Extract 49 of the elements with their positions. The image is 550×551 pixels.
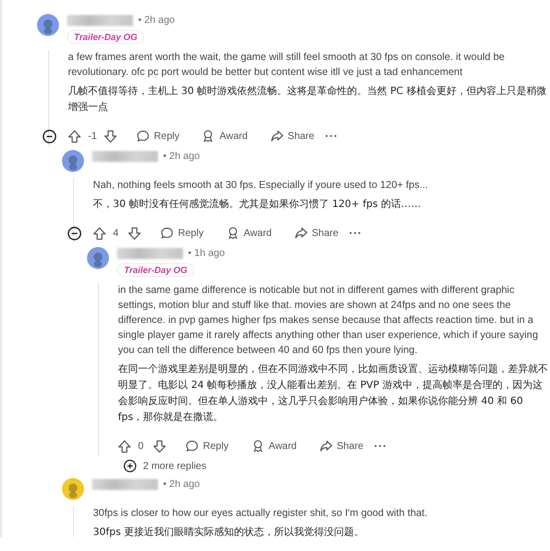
award-button[interactable]: Award (197, 127, 252, 145)
user-flair: Trailer-Day OG (117, 263, 194, 277)
share-button[interactable]: Share (290, 224, 342, 242)
vote-count: 4 (113, 228, 120, 238)
upvote-icon[interactable] (67, 128, 82, 144)
share-button[interactable]: Share (314, 437, 368, 455)
more-options-icon[interactable] (324, 133, 338, 139)
share-icon (318, 439, 333, 453)
more-replies-link[interactable]: 2 more replies (123, 458, 206, 474)
downvote-icon[interactable] (152, 438, 167, 454)
user-flair: Trailer-Day OG (67, 30, 144, 44)
collapse-icon[interactable] (66, 226, 82, 240)
comment-text: Nah, nothing feels smooth at 30 fps. Especially if youre used to 120+ fps... (93, 179, 429, 193)
comment-text: 30fps is closer to how our eyes actually register shit, so I'm good with that. (93, 507, 428, 521)
timestamp: • 2h ago (138, 15, 175, 26)
speech-bubble-icon (185, 439, 199, 453)
expand-icon (123, 459, 137, 473)
share-button[interactable]: Share (266, 127, 318, 145)
timestamp: • 2h ago (163, 151, 200, 162)
comment-text: a few frames arent worth the wait, the game will still feel smooth at 30 fps on console. it would be revolutionary. ofc pc port would be better but content wise itll ve just a tad enhancement (68, 51, 506, 80)
more-options-icon[interactable] (373, 443, 388, 449)
reply-button[interactable]: Reply (181, 437, 233, 455)
redacted-username (67, 15, 133, 26)
reply-button[interactable]: Reply (156, 224, 208, 242)
downvote-icon[interactable] (102, 128, 118, 144)
upvote-icon[interactable] (117, 438, 132, 454)
redacted-username (117, 248, 183, 259)
speech-bubble-icon (160, 226, 174, 240)
speech-bubble-icon (136, 129, 150, 143)
share-icon (294, 226, 308, 240)
downvote-icon[interactable] (127, 226, 142, 240)
award-button[interactable]: Award (246, 437, 301, 455)
translation-text: 在同一个游戏里差别是明显的，但在不同游戏中不同，比如画质设置、运动模糊等问题，差异就不明显了。电影以 24 帧每秒播放，没人能看出差别。在 PVP 游戏中，提高帧率是合理的，因为这会影响反应时间。但在单人游戏中，这几乎只会影响用户体验，如果你说你能分辨 40 和 60 fps，那你就是在撒谎。 (118, 362, 549, 425)
reply-button[interactable]: Reply (132, 127, 184, 145)
timestamp: • 2h ago (163, 479, 200, 490)
vote-count: -1 (88, 130, 97, 142)
vote-count: 0 (138, 440, 145, 452)
share-icon (270, 129, 284, 143)
collapse-icon[interactable] (42, 128, 56, 144)
upvote-icon[interactable] (92, 226, 107, 240)
translation-text: 30fps 更接近我们眼睛实际感知的状态，所以我觉得没问题。 (93, 526, 365, 537)
award-button[interactable]: Award (222, 224, 276, 242)
translation-text: 不，30 帧时没有任何感觉流畅。尤其是如果你习惯了 120+ fps 的话…… (93, 198, 422, 212)
translation-text: 几帧不值得等待，主机上 30 帧时游戏依然流畅。这将是革命性的。当然 PC 移植会更好，但内容上只是稍微增强一点 (68, 84, 548, 115)
comment-text: in the same game difference is noticable but not in different games with different graphic settings, motion blur and stuff like that. movies are shown at 24fps and no one sees the difference. in pvp games higher fps makes sense because that affects reaction time. but in a single player game it rarely affects anything other than user experience, which if youre saying you can tell the difference between 40 and 60 fps then youre lying. (118, 284, 539, 358)
more-options-icon[interactable] (348, 230, 362, 236)
timestamp: • 1h ago (188, 248, 225, 259)
redacted-username (92, 479, 158, 490)
redacted-username (92, 151, 158, 162)
